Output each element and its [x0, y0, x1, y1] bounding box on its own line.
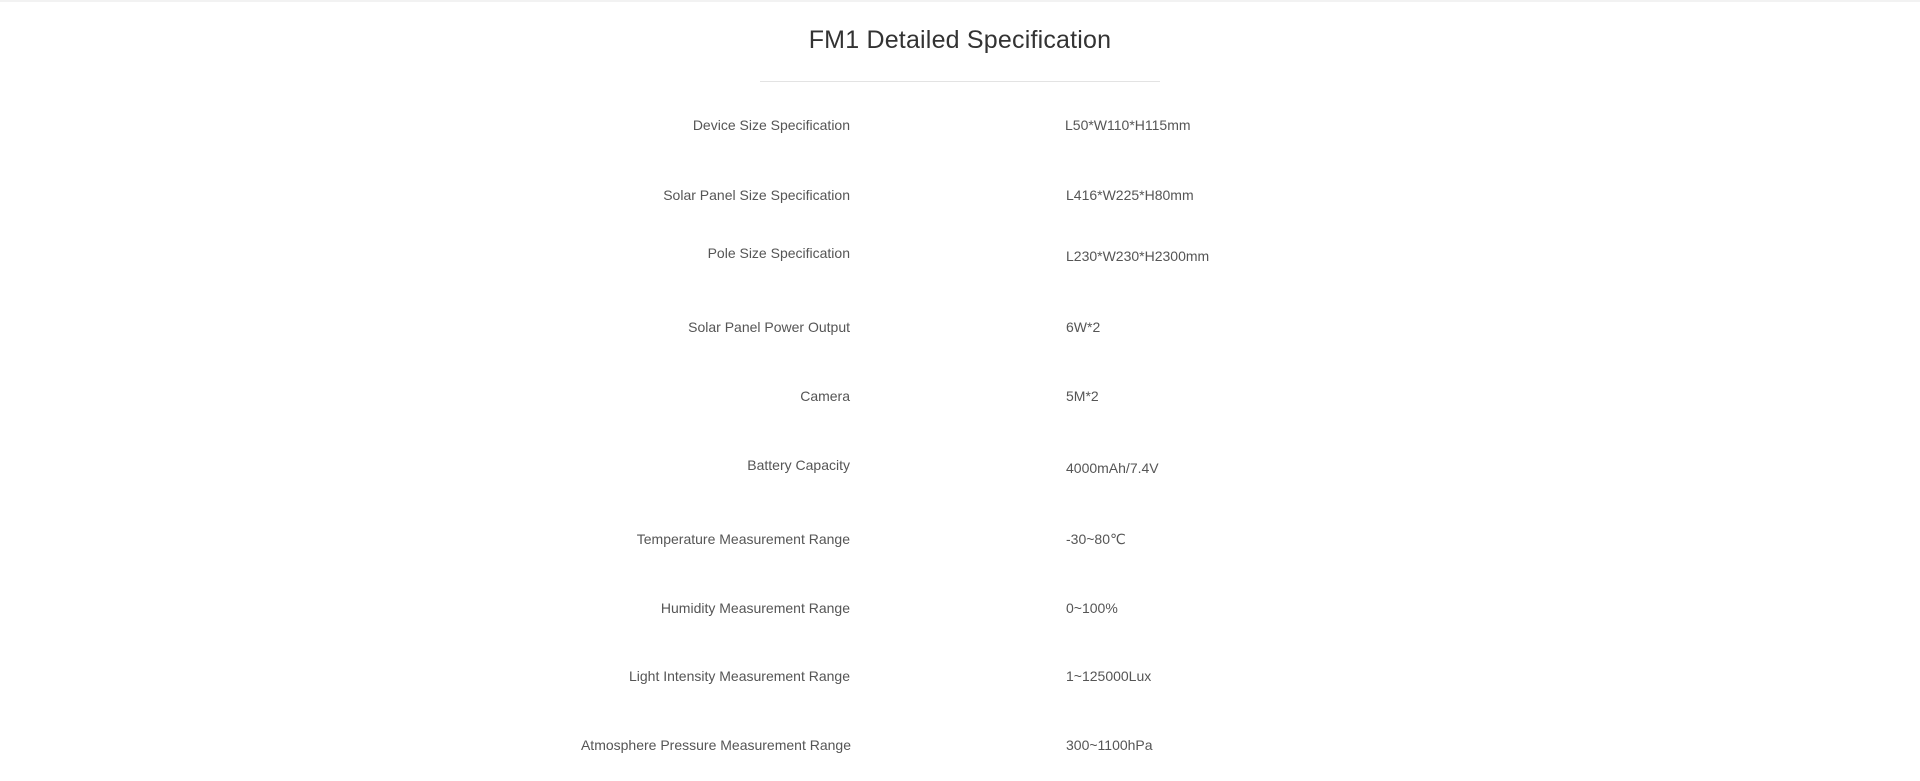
spec-value: 1~125000Lux: [1066, 668, 1152, 684]
spec-value: L230*W230*H2300mm: [1066, 248, 1210, 264]
spec-label: Camera: [800, 388, 850, 404]
spec-row: Atmosphere Pressure Measurement Range 30…: [0, 737, 1920, 757]
spec-value: 0~100%: [1066, 600, 1118, 616]
spec-row: Humidity Measurement Range 0~100%: [0, 600, 1920, 620]
spec-row: Device Size Specification L50*W110*H115m…: [0, 117, 1920, 137]
page-title: FM1 Detailed Specification: [808, 26, 1112, 54]
spec-row: Temperature Measurement Range -30~80℃: [0, 531, 1920, 551]
spec-row: Solar Panel Power Output 6W*2: [0, 319, 1920, 339]
spec-label: Pole Size Specification: [707, 245, 850, 261]
spec-label: Light Intensity Measurement Range: [628, 668, 850, 684]
top-divider: [0, 0, 1920, 2]
spec-row: Solar Panel Size Specification L416*W225…: [0, 187, 1920, 207]
spec-value: L416*W225*H80mm: [1066, 187, 1194, 203]
spec-label: Device Size Specification: [692, 117, 850, 133]
spec-value: L50*W110*H115mm: [1065, 117, 1191, 133]
spec-label: Atmosphere Pressure Measurement Range: [580, 737, 851, 753]
spec-row: Pole Size Specification L230*W230*H2300m…: [0, 245, 1920, 265]
spec-label: Solar Panel Power Output: [688, 319, 850, 335]
spec-value: 5M*2: [1066, 388, 1099, 404]
spec-label: Battery Capacity: [747, 457, 850, 473]
title-divider: [760, 81, 1160, 82]
spec-value: -30~80℃: [1066, 531, 1126, 547]
spec-row: Battery Capacity 4000mAh/7.4V: [0, 457, 1920, 477]
spec-row: Camera 5M*2: [0, 388, 1920, 408]
spec-value: 6W*2: [1066, 319, 1101, 335]
spec-page: FM1 Detailed Specification Device Size S…: [0, 0, 1920, 781]
spec-label: Humidity Measurement Range: [660, 600, 850, 616]
spec-row: Light Intensity Measurement Range 1~1250…: [0, 668, 1920, 688]
spec-label: Solar Panel Size Specification: [663, 187, 850, 203]
spec-label: Temperature Measurement Range: [636, 531, 850, 547]
spec-value: 4000mAh/7.4V: [1066, 460, 1159, 476]
spec-value: 300~1100hPa: [1066, 737, 1153, 753]
